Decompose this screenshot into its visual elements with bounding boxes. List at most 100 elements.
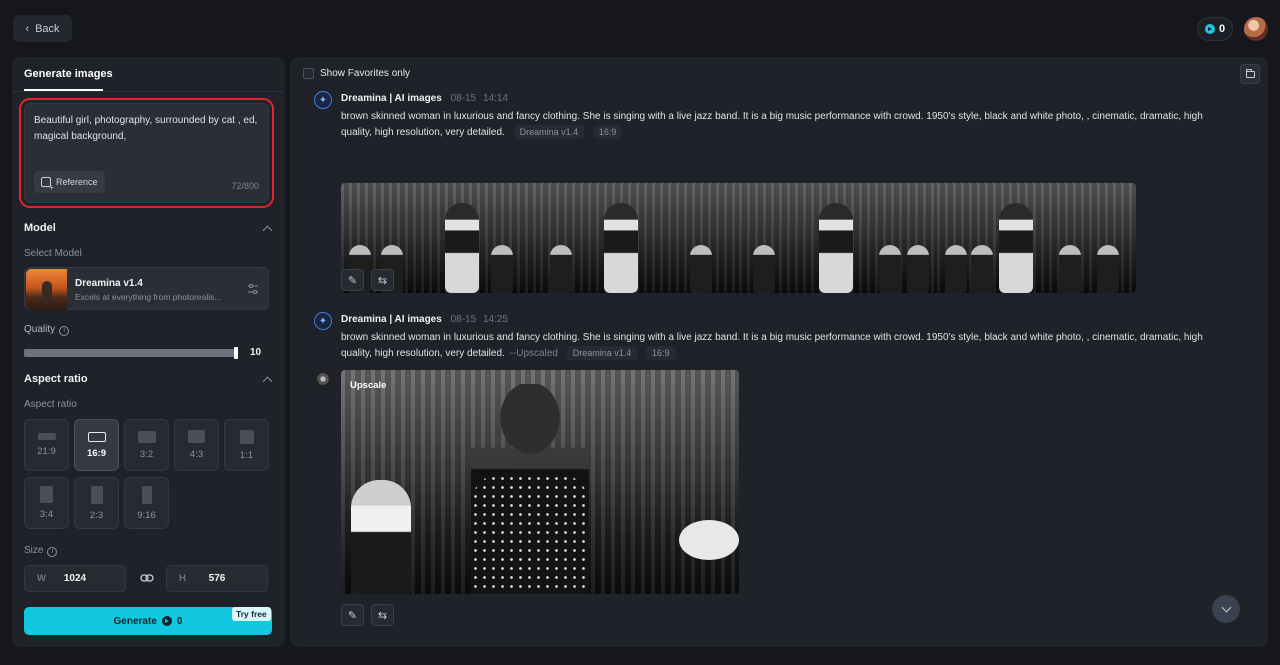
- ratio-label: 4:3: [189, 449, 204, 460]
- entry-author: Dreamina | AI images: [341, 93, 442, 104]
- scroll-down-button[interactable]: [1212, 595, 1240, 623]
- reference-button[interactable]: Reference: [34, 171, 105, 193]
- model-tag: Dreamina v1.4: [566, 346, 638, 360]
- height-value: 576: [208, 573, 226, 584]
- ratio-option-3-2[interactable]: 3:2: [124, 419, 169, 471]
- model-selector[interactable]: Dreamina v1.4 Excels at everything from …: [24, 267, 269, 310]
- quality-label-row: Quality i: [24, 324, 70, 336]
- upscaled-image[interactable]: Upscale: [341, 370, 739, 594]
- pencil-icon: ✎: [347, 609, 358, 622]
- edit-button[interactable]: ✎: [341, 604, 364, 626]
- pencil-icon: ✎: [347, 274, 358, 287]
- link-icon[interactable]: [140, 573, 154, 583]
- favorites-label[interactable]: Show Favorites only: [320, 68, 410, 79]
- ratio-label: 1:1: [239, 449, 254, 461]
- ratio-option-2-3[interactable]: 2:3: [74, 477, 119, 529]
- entry-prompt-row: brown skinned woman in luxurious and fan…: [341, 330, 1226, 362]
- ratio-shape: [90, 485, 103, 504]
- ratio-shape: [141, 485, 152, 504]
- tab-generate-images[interactable]: Generate images: [24, 68, 113, 80]
- ratio-label: 3:4: [39, 509, 54, 520]
- quality-label: Quality: [24, 324, 56, 335]
- width-value: 1024: [63, 573, 87, 584]
- quality-slider-handle[interactable]: [234, 347, 238, 359]
- entry-date: 08-15: [450, 93, 477, 104]
- ratio-option-16-9[interactable]: 16:9: [74, 419, 119, 471]
- sliders-icon[interactable]: [247, 283, 259, 295]
- generate-label: Generate: [113, 615, 157, 627]
- char-count: 72/800: [231, 181, 259, 191]
- results-panel: Show Favorites only ✦ Dreamina | AI imag…: [290, 57, 1268, 647]
- ratio-option-1-1[interactable]: 1:1: [224, 419, 269, 471]
- repeat-icon: ⇆: [377, 274, 388, 287]
- top-bar: ‹ Back 0: [0, 0, 1280, 56]
- dreamina-bot-icon: ✦: [314, 91, 332, 109]
- ratio-tag: 16:9: [646, 346, 676, 360]
- chevron-up-icon[interactable]: [262, 376, 273, 387]
- ratio-label: 3:2: [139, 448, 154, 460]
- result-image-strip: [341, 183, 1136, 293]
- ratio-option-9-16[interactable]: 9:16: [124, 477, 169, 529]
- quality-slider-fill: [24, 349, 236, 357]
- edit-button[interactable]: ✎: [341, 269, 364, 291]
- entry-time: 14:14: [482, 93, 508, 104]
- credit-coin-icon: [1204, 24, 1215, 34]
- credits-badge[interactable]: 0: [1197, 17, 1233, 41]
- entry-prompt-row: brown skinned woman in luxurious and fan…: [341, 109, 1226, 141]
- width-input[interactable]: W 1024: [24, 565, 126, 592]
- quality-slider[interactable]: [24, 347, 238, 359]
- entry-author: Dreamina | AI images: [341, 314, 442, 325]
- ratio-shape: [137, 430, 156, 443]
- ratio-tag: 16:9: [592, 125, 623, 139]
- ratio-label: 21:9: [37, 446, 56, 457]
- entry-prompt: brown skinned woman in luxurious and fan…: [341, 111, 1203, 138]
- result-entry: ✦ Dreamina | AI images 08-15 14:14 brown…: [314, 91, 1234, 301]
- folder-button[interactable]: [1240, 64, 1260, 84]
- try-free-badge: Try free: [232, 607, 271, 621]
- entry-prompt: brown skinned woman in luxurious and fan…: [341, 332, 1203, 359]
- entry-header: Dreamina | AI images 08-15 14:14: [341, 93, 508, 104]
- regenerate-button[interactable]: ⇆: [371, 269, 394, 291]
- folder-icon: [1245, 68, 1255, 78]
- upscaled-tag: --Upscaled: [509, 348, 558, 359]
- model-description: Excels at everything from photorealis...: [75, 292, 222, 302]
- ratio-shape: [188, 430, 205, 443]
- entry-header: Dreamina | AI images 08-15 14:25: [341, 314, 508, 325]
- result-image[interactable]: [738, 183, 938, 293]
- dreamina-bot-icon: ✦: [314, 312, 332, 330]
- entry-time: 14:25: [482, 314, 508, 325]
- info-icon[interactable]: i: [47, 546, 58, 557]
- ratio-option-4-3[interactable]: 4:3: [174, 419, 219, 471]
- upscale-thumbnail-icon: [314, 370, 332, 388]
- repeat-icon: ⇆: [377, 609, 388, 622]
- ratio-shape: [87, 431, 106, 442]
- select-model-label: Select Model: [24, 248, 82, 259]
- regenerate-button[interactable]: ⇆: [371, 604, 394, 626]
- chevron-up-icon[interactable]: [262, 225, 273, 236]
- result-image[interactable]: [539, 183, 739, 293]
- prompt-box: Beautiful girl, photography, surrounded …: [19, 98, 274, 208]
- ratio-label: 9:16: [137, 509, 156, 521]
- prompt-input[interactable]: Beautiful girl, photography, surrounded …: [34, 113, 259, 145]
- back-button[interactable]: ‹ Back: [13, 15, 72, 42]
- ratio-option-3-4[interactable]: 3:4: [24, 477, 69, 529]
- info-icon[interactable]: i: [59, 325, 70, 336]
- model-thumbnail: [26, 269, 67, 310]
- entry-date: 08-15: [450, 314, 477, 325]
- credits-count: 0: [1218, 23, 1226, 35]
- ratio-shape: [37, 433, 56, 440]
- size-label: Size: [24, 545, 44, 556]
- result-entry: ✦ Dreamina | AI images 08-15 14:25 brown…: [314, 312, 1234, 642]
- aspect-ratio-label: Aspect ratio: [24, 399, 77, 410]
- result-image[interactable]: [937, 183, 1136, 293]
- generate-cost: 0: [176, 615, 183, 627]
- size-label-row: Size i: [24, 545, 58, 557]
- user-avatar[interactable]: [1244, 17, 1268, 41]
- favorites-checkbox[interactable]: [303, 68, 314, 79]
- panel-divider: [12, 91, 285, 92]
- ratio-label: 2:3: [89, 509, 104, 521]
- height-input[interactable]: H 576: [166, 565, 268, 592]
- chevron-left-icon: ‹: [25, 22, 30, 35]
- ratio-label: 16:9: [86, 447, 106, 459]
- ratio-option-21-9[interactable]: 21:9: [24, 419, 69, 471]
